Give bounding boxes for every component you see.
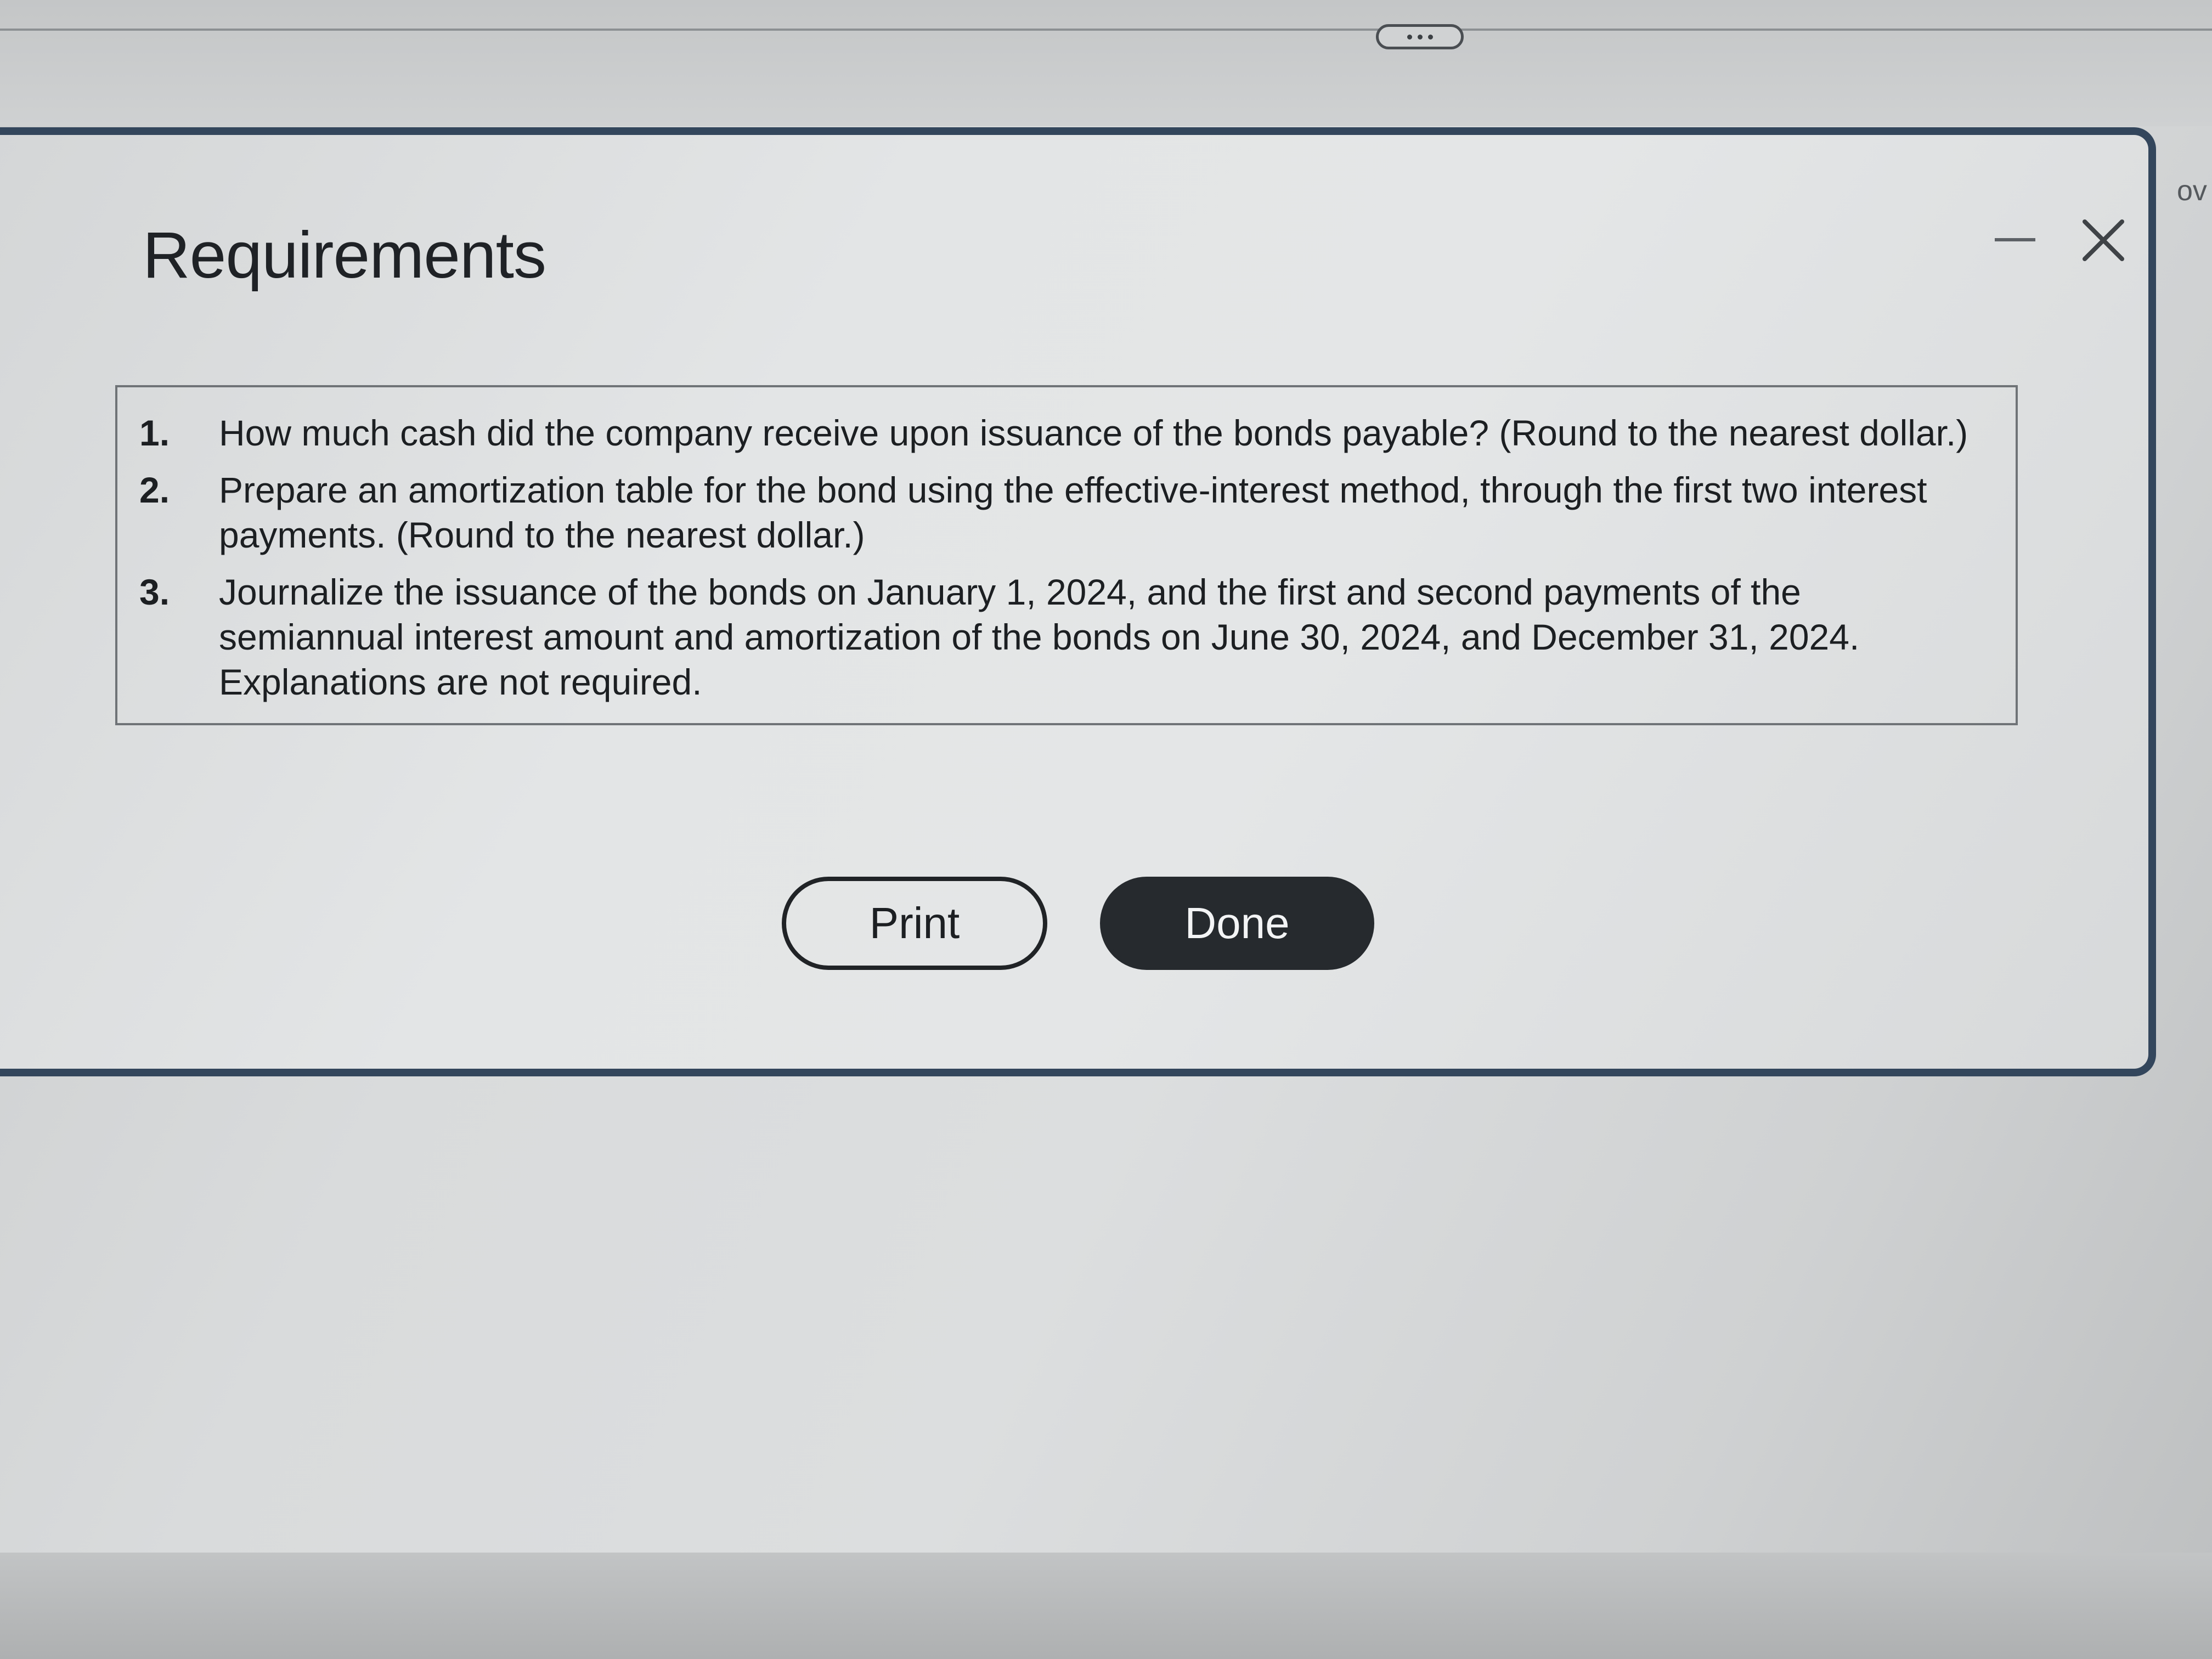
requirement-number: 3.: [139, 572, 170, 612]
done-button[interactable]: Done: [1100, 877, 1374, 970]
requirement-number: 2.: [139, 470, 170, 510]
minimize-icon[interactable]: [1995, 238, 2035, 245]
close-x-icon[interactable]: [2077, 212, 2132, 267]
background-divider: [0, 29, 2212, 31]
print-button[interactable]: Print: [782, 877, 1047, 970]
background-bottom: [0, 1553, 2212, 1659]
requirements-list: 1. How much cash did the company receive…: [139, 410, 1983, 704]
requirement-text: Journalize the issuance of the bonds on …: [219, 572, 1860, 702]
requirement-item: 1. How much cash did the company receive…: [139, 410, 1983, 455]
requirement-item: 3. Journalize the issuance of the bonds …: [139, 569, 1983, 704]
dialog-title: Requirements: [143, 218, 546, 292]
background-edge-text: ov: [2177, 175, 2207, 207]
requirement-item: 2. Prepare an amortization table for the…: [139, 467, 1983, 557]
dialog-buttons: Print Done: [782, 877, 1374, 970]
requirement-number: 1.: [139, 413, 170, 453]
requirements-box: 1. How much cash did the company receive…: [115, 385, 2018, 725]
more-dots-icon[interactable]: [1376, 24, 1464, 49]
requirement-text: Prepare an amortization table for the bo…: [219, 470, 1927, 555]
requirement-text: How much cash did the company receive up…: [219, 413, 1968, 453]
background-page: [0, 0, 2212, 126]
requirements-dialog: Requirements 1. How much cash did the co…: [0, 127, 2156, 1076]
